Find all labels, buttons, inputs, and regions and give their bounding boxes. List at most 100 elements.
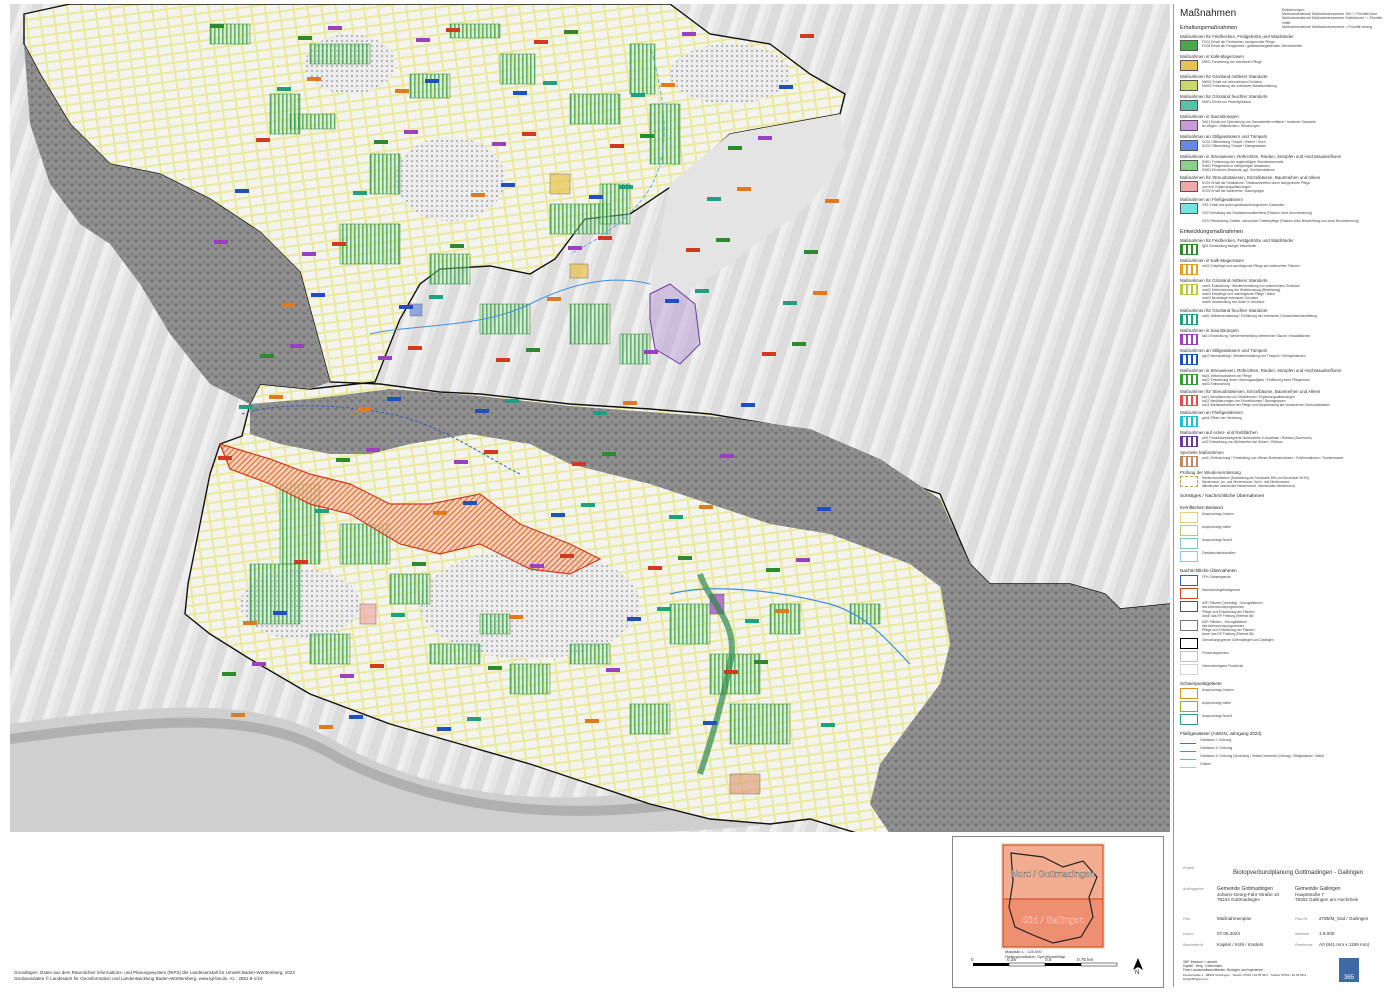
measure-label-tag xyxy=(256,138,270,142)
measure-label-tag xyxy=(716,238,730,242)
legend-text: Anspruchstyp trocken xyxy=(1202,688,1234,693)
measure-patch[interactable] xyxy=(649,103,681,165)
measure-label-tag xyxy=(302,252,316,256)
legend-text: ASP-Flächen - Vorzugsflächen des Artensc… xyxy=(1202,619,1255,636)
legend-row: Gemarkungsgrenze Gottmadingen und Gailin… xyxy=(1180,638,1386,650)
map-canvas[interactable] xyxy=(10,4,1170,832)
legend-group: Maßnahmen für Grünland feuchter Standort… xyxy=(1180,94,1386,111)
legend-swatch xyxy=(1180,619,1198,631)
measure-label-tag xyxy=(707,197,721,201)
measure-patch[interactable] xyxy=(369,153,401,195)
scale-tick-0: 0 xyxy=(971,957,974,962)
tb-client-2: Gemeinde Gailingen Hauptstraße 7 78262 G… xyxy=(1295,886,1358,902)
legend-row: sm01 Entbuschung / Freistellung von offe… xyxy=(1180,456,1386,468)
measure-patch[interactable] xyxy=(269,93,301,135)
legend-note: Erläuterungen: Maßnahmenkürzel Maßnahmen… xyxy=(1282,8,1382,29)
measure-patch[interactable] xyxy=(389,573,431,605)
legend-row: Anspruchstyp feucht xyxy=(1180,538,1386,550)
legend-group-title: Spezielle Maßnahmen xyxy=(1180,450,1224,456)
measure-patch[interactable] xyxy=(569,303,611,345)
measure-label-tag xyxy=(218,456,232,460)
measure-accent-patch[interactable] xyxy=(359,603,377,625)
measure-patch[interactable] xyxy=(669,603,711,645)
legend-swatch xyxy=(1180,416,1198,428)
measure-patch[interactable] xyxy=(619,333,651,365)
measure-patch[interactable] xyxy=(629,703,671,735)
measure-patch[interactable] xyxy=(569,93,621,125)
measure-patch[interactable] xyxy=(599,183,631,225)
measure-label-tag xyxy=(501,183,515,187)
legend-row: fg01 Entwicklung stufiger Waldränder xyxy=(1180,244,1386,256)
legend-text: mr01 Erstpflege und nachfolgende Pflege … xyxy=(1202,264,1300,269)
tb-client-2-city: 78262 Gailingen am Hochrhein xyxy=(1295,897,1359,902)
measure-label-tag xyxy=(416,38,430,42)
measure-label-tag xyxy=(311,293,325,297)
measure-label-tag xyxy=(505,399,519,403)
legend-swatch xyxy=(1180,202,1198,214)
measure-label-tag xyxy=(783,301,797,305)
legend-text: Gewässer II. Ordnung xyxy=(1200,746,1233,751)
legend-swatch xyxy=(1180,762,1196,769)
tb-client-label: Auftraggeber xyxy=(1183,887,1204,891)
legend-note-text: Erläuterungen: Maßnahmenkürzel Maßnahmen… xyxy=(1282,8,1382,29)
legend-text: Gewässer I. Ordnung xyxy=(1200,738,1232,743)
measure-patch[interactable] xyxy=(429,643,481,665)
measure-patch[interactable] xyxy=(499,53,536,85)
legend-swatch xyxy=(1180,538,1198,550)
legend-swatch xyxy=(1180,60,1198,71)
measure-patch[interactable] xyxy=(309,43,371,65)
legend-row: Naturschutzgebietsgrenze xyxy=(1180,588,1386,600)
measure-accent-patch[interactable] xyxy=(549,173,571,195)
measure-accent-patch[interactable] xyxy=(569,263,589,279)
measure-patch[interactable] xyxy=(339,223,401,265)
measure-patch[interactable] xyxy=(769,603,801,635)
measure-label-tag xyxy=(391,613,405,617)
legend-text: SG01 Offenhaltung Tümpel / Weiher / Seen… xyxy=(1202,140,1267,149)
legend-text: ge04 Öffnen der Verdolung xyxy=(1202,416,1242,421)
legend-group: Maßnahmen für Grünland feuchter Standort… xyxy=(1180,308,1386,325)
legend-swatch xyxy=(1180,664,1198,676)
measure-label-tag xyxy=(513,91,527,95)
measure-patch[interactable] xyxy=(409,73,451,99)
legend-swatch xyxy=(1180,100,1198,111)
measure-patch[interactable] xyxy=(479,303,531,335)
north-arrow: N xyxy=(1132,958,1144,976)
measure-patch[interactable] xyxy=(509,663,551,695)
legend-swatch xyxy=(1180,638,1198,650)
legend-row: ge04 Öffnen der Verdolung xyxy=(1180,416,1386,428)
measure-patch[interactable] xyxy=(479,613,511,635)
legend-group-title: Maßnahmen in Streuwiesen, Röhrichten, Ri… xyxy=(1180,154,1342,159)
legend-text: sg02 Neuschaffung / Wiederherstellung vo… xyxy=(1202,353,1306,358)
measure-patch[interactable] xyxy=(309,633,351,665)
legend-text: sa01 Entwicklung / Wiederherstellung art… xyxy=(1202,333,1311,338)
legend-row: SW01 Fortsetzung der regelmäßigen Streuw… xyxy=(1180,160,1386,172)
legend-swatch xyxy=(1180,353,1198,365)
town-gottmadingen xyxy=(395,137,505,221)
legend-swatch xyxy=(1180,181,1198,193)
legend-row: Gewässerlandschaften xyxy=(1180,551,1386,563)
legend-swatch xyxy=(1180,120,1198,131)
legend-text: FFH-Gebietsgrenze xyxy=(1202,575,1231,580)
measure-patch[interactable] xyxy=(629,43,656,95)
measure-label-tag xyxy=(429,295,443,299)
measure-patch[interactable] xyxy=(429,253,471,285)
measure-accent-patch[interactable] xyxy=(729,773,761,795)
legend-row: Gemeindeeigene Flurstücke xyxy=(1180,664,1386,676)
measure-label-tag xyxy=(825,199,839,203)
measure-patch[interactable] xyxy=(569,643,611,665)
measure-patch[interactable] xyxy=(729,703,791,745)
legend-swatch xyxy=(1180,651,1198,663)
legend-text: so01 Neupflanzung von Obstbäumen / Ergän… xyxy=(1202,394,1330,407)
legend-group-title: Maßnahmen in Streuwiesen, Röhrichten, Ri… xyxy=(1180,367,1342,373)
measure-label-tag xyxy=(568,246,582,250)
legend-group: Spezielle Maßnahmen sm01 Entbuschung / Fr… xyxy=(1180,450,1386,468)
legend-group-title: Maßnahmen für Grünland mittlerer Standor… xyxy=(1180,278,1268,284)
legend-group-title: Prüfung der Wiedervernässung xyxy=(1180,470,1241,476)
measure-label-tag xyxy=(589,195,603,199)
measure-label-tag xyxy=(598,236,612,240)
measure-label-tag xyxy=(551,513,565,517)
measure-label-tag xyxy=(593,411,607,415)
legend-text: Anspruchstyp feucht xyxy=(1202,538,1232,543)
measure-label-tag xyxy=(758,136,772,140)
measure-label-tag xyxy=(214,240,228,244)
